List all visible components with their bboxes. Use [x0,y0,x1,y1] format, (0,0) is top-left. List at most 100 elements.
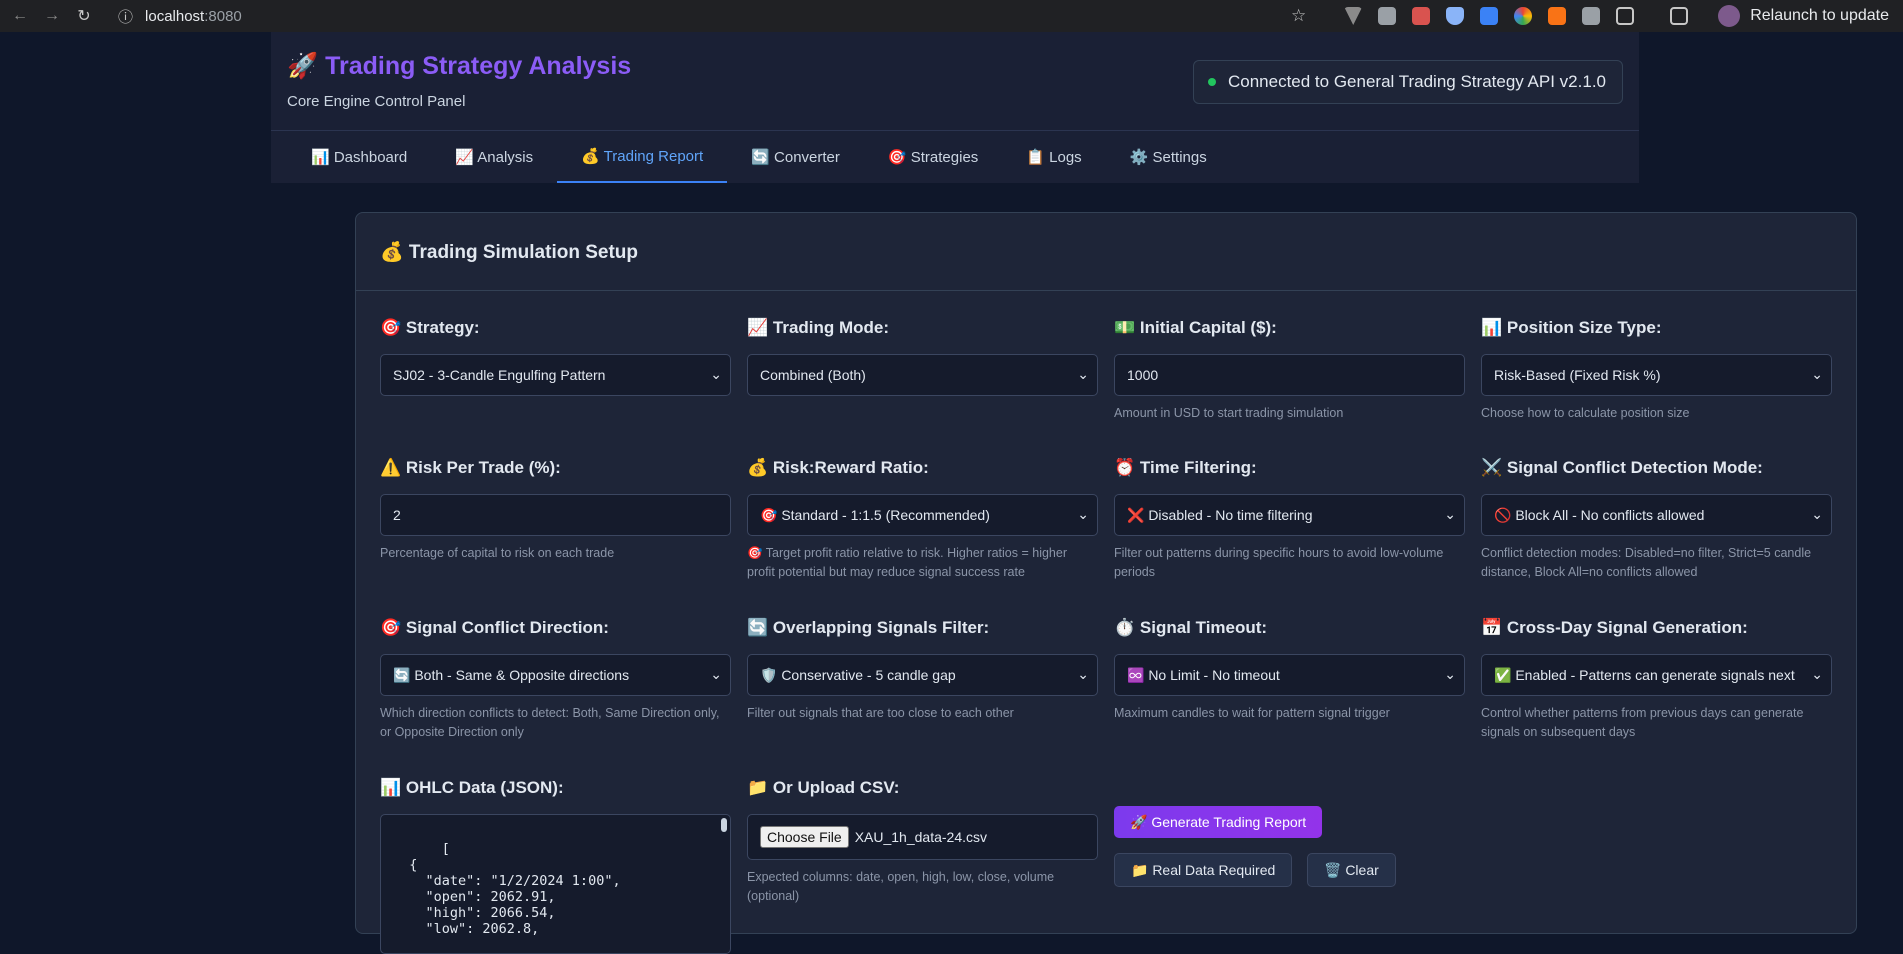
ohlc-json-textarea[interactable]: [ { "date": "1/2/2024 1:00", "open": 206… [380,814,731,954]
page-subtitle: Core Engine Control Panel [287,93,466,110]
extension-code-icon[interactable] [1582,7,1601,25]
signal-timeout-value: ♾️ No Limit - No timeout [1127,666,1280,683]
extension-camera-icon[interactable] [1378,7,1397,25]
risk-per-trade-value: 2 [393,507,401,523]
extension-vivaldi-icon[interactable] [1344,7,1363,25]
url-port: :8080 [204,7,242,25]
risk-reward-select[interactable]: 🎯 Standard - 1:1.5 (Recommended) ⌄ [747,494,1098,536]
conflict-direction-help: Which direction conflicts to detect: Bot… [380,706,720,739]
trading-mode-select[interactable]: Combined (Both) ⌄ [747,354,1098,396]
nav-tabs: 📊 Dashboard 📈 Analysis 💰 Trading Report … [271,130,1639,183]
time-filtering-select[interactable]: ❌ Disabled - No time filtering ⌄ [1114,494,1465,536]
chevron-down-icon: ⌄ [710,366,722,382]
connection-status-badge: Connected to General Trading Strategy AP… [1192,60,1623,104]
initial-capital-help: Amount in USD to start trading simulatio… [1114,406,1344,420]
chevron-down-icon: ⌄ [1811,666,1823,683]
chevron-down-icon: ⌄ [1811,506,1823,522]
strategy-value: SJ02 - 3-Candle Engulfing Pattern [393,367,606,383]
chevron-down-icon: ⌄ [1077,506,1089,522]
extension-id-icon[interactable] [1480,7,1499,25]
screenshot-icon[interactable] [1670,7,1689,25]
cross-day-field: 📅 Cross-Day Signal Generation: ✅ Enabled… [1481,618,1832,742]
ohlc-field: 📊 OHLC Data (JSON): [ { "date": "1/2/202… [380,778,731,954]
chevron-down-icon: ⌄ [710,666,722,682]
risk-per-trade-input[interactable]: 2 [380,494,731,536]
csv-upload-label: 📁 Or Upload CSV: [747,778,900,797]
signal-timeout-field: ⏱️ Signal Timeout: ♾️ No Limit - No time… [1114,618,1465,723]
conflict-mode-select[interactable]: 🚫 Block All - No conflicts allowed ⌄ [1481,494,1832,536]
overlap-filter-value: 🛡️ Conservative - 5 candle gap [760,666,956,683]
extension-red-icon[interactable] [1412,7,1431,25]
address-bar[interactable]: ⓘ localhost:8080 [108,6,242,27]
browser-toolbar: ← → ↻ ⓘ localhost:8080 ☆ Relaunch to upd… [0,0,1903,32]
tab-converter[interactable]: 🔄 Converter [727,131,864,183]
cross-day-value: ✅ Enabled - Patterns can generate signal… [1494,666,1795,683]
scrollbar-thumb[interactable] [721,818,727,832]
position-size-label: 📊 Position Size Type: [1481,318,1662,337]
strategy-select[interactable]: SJ02 - 3-Candle Engulfing Pattern ⌄ [380,354,731,396]
conflict-direction-select[interactable]: 🔄 Both - Same & Opposite directions ⌄ [380,654,731,696]
app-header: 🚀 Trading Strategy Analysis Core Engine … [271,32,1639,130]
csv-upload-field: 📁 Or Upload CSV: Choose File XAU_1h_data… [747,778,1098,906]
overlap-filter-select[interactable]: 🛡️ Conservative - 5 candle gap ⌄ [747,654,1098,696]
conflict-mode-field: ⚔️ Signal Conflict Detection Mode: 🚫 Blo… [1481,458,1832,582]
ohlc-json-value: [ { "date": "1/2/2024 1:00", "open": 206… [409,841,621,937]
risk-per-trade-label: ⚠️ Risk Per Trade (%): [380,458,561,477]
card-title: 💰 Trading Simulation Setup [380,242,639,263]
toolbar-right: ☆ Relaunch to update [1291,0,1903,32]
time-filtering-value: ❌ Disabled - No time filtering [1127,506,1313,523]
position-size-value: Risk-Based (Fixed Risk %) [1494,367,1661,383]
tab-trading-report[interactable]: 💰 Trading Report [557,131,728,183]
divider [356,290,1856,291]
overlap-filter-help: Filter out signals that are too close to… [747,706,1014,720]
csv-help: Expected columns: date, open, high, low,… [747,870,1055,903]
risk-reward-value: 🎯 Standard - 1:1.5 (Recommended) [760,506,990,523]
file-name: XAU_1h_data-24.csv [854,829,988,845]
clear-button[interactable]: 🗑️ Clear [1307,853,1396,887]
extension-shield-icon[interactable] [1446,7,1465,25]
chevron-down-icon: ⌄ [1077,666,1089,682]
tab-settings[interactable]: ⚙️ Settings [1106,131,1231,183]
position-size-field: 📊 Position Size Type: Risk-Based (Fixed … [1481,318,1832,423]
cross-day-select[interactable]: ✅ Enabled - Patterns can generate signal… [1481,654,1832,696]
risk-reward-field: 💰 Risk:Reward Ratio: 🎯 Standard - 1:1.5 … [747,458,1098,582]
back-icon[interactable]: ← [8,7,32,25]
site-info-icon[interactable]: ⓘ [118,6,133,27]
extension-colorful-icon[interactable] [1514,7,1533,25]
cross-day-help: Control whether patterns from previous d… [1481,706,1804,739]
chevron-down-icon: ⌄ [1811,366,1823,382]
time-filtering-field: ⏰ Time Filtering: ❌ Disabled - No time f… [1114,458,1465,582]
signal-timeout-select[interactable]: ♾️ No Limit - No timeout ⌄ [1114,654,1465,696]
position-size-help: Choose how to calculate position size [1481,406,1690,420]
initial-capital-input[interactable]: 1000 [1114,354,1465,396]
risk-reward-label: 💰 Risk:Reward Ratio: [747,458,929,477]
tab-logs[interactable]: 📋 Logs [1002,131,1105,183]
tab-strategies[interactable]: 🎯 Strategies [864,131,1002,183]
profile-avatar[interactable] [1718,5,1741,27]
forward-icon[interactable]: → [40,7,64,25]
time-filtering-help: Filter out patterns during specific hour… [1114,546,1444,579]
conflict-mode-help: Conflict detection modes: Disabled=no fi… [1481,546,1812,579]
strategy-field: 🎯 Strategy: SJ02 - 3-Candle Engulfing Pa… [380,318,731,396]
trading-mode-label: 📈 Trading Mode: [747,318,890,337]
chevron-down-icon: ⌄ [1444,506,1456,522]
chevron-down-icon: ⌄ [1444,666,1456,682]
csv-file-input[interactable]: Choose File XAU_1h_data-24.csv [747,814,1098,860]
position-size-select[interactable]: Risk-Based (Fixed Risk %) ⌄ [1481,354,1832,396]
overlap-filter-field: 🔄 Overlapping Signals Filter: 🛡️ Conserv… [747,618,1098,723]
trading-mode-field: 📈 Trading Mode: Combined (Both) ⌄ [747,318,1098,396]
url-host: localhost [145,7,205,25]
tab-analysis[interactable]: 📈 Analysis [431,131,557,183]
bookmark-star-icon[interactable]: ☆ [1291,6,1306,26]
extension-brave-icon[interactable] [1548,7,1567,25]
page-title: 🚀 Trading Strategy Analysis [287,52,632,80]
generate-report-button[interactable]: 🚀 Generate Trading Report [1114,806,1323,838]
tab-dashboard[interactable]: 📊 Dashboard [271,131,431,183]
extensions-puzzle-icon[interactable] [1616,7,1635,25]
reload-icon[interactable]: ↻ [72,6,96,26]
chevron-down-icon: ⌄ [1077,366,1089,382]
risk-per-trade-field: ⚠️ Risk Per Trade (%): 2 Percentage of c… [380,458,731,563]
choose-file-button[interactable]: Choose File [760,826,849,848]
relaunch-button[interactable]: Relaunch to update [1750,7,1889,25]
real-data-required-button[interactable]: 📁 Real Data Required [1114,853,1293,887]
